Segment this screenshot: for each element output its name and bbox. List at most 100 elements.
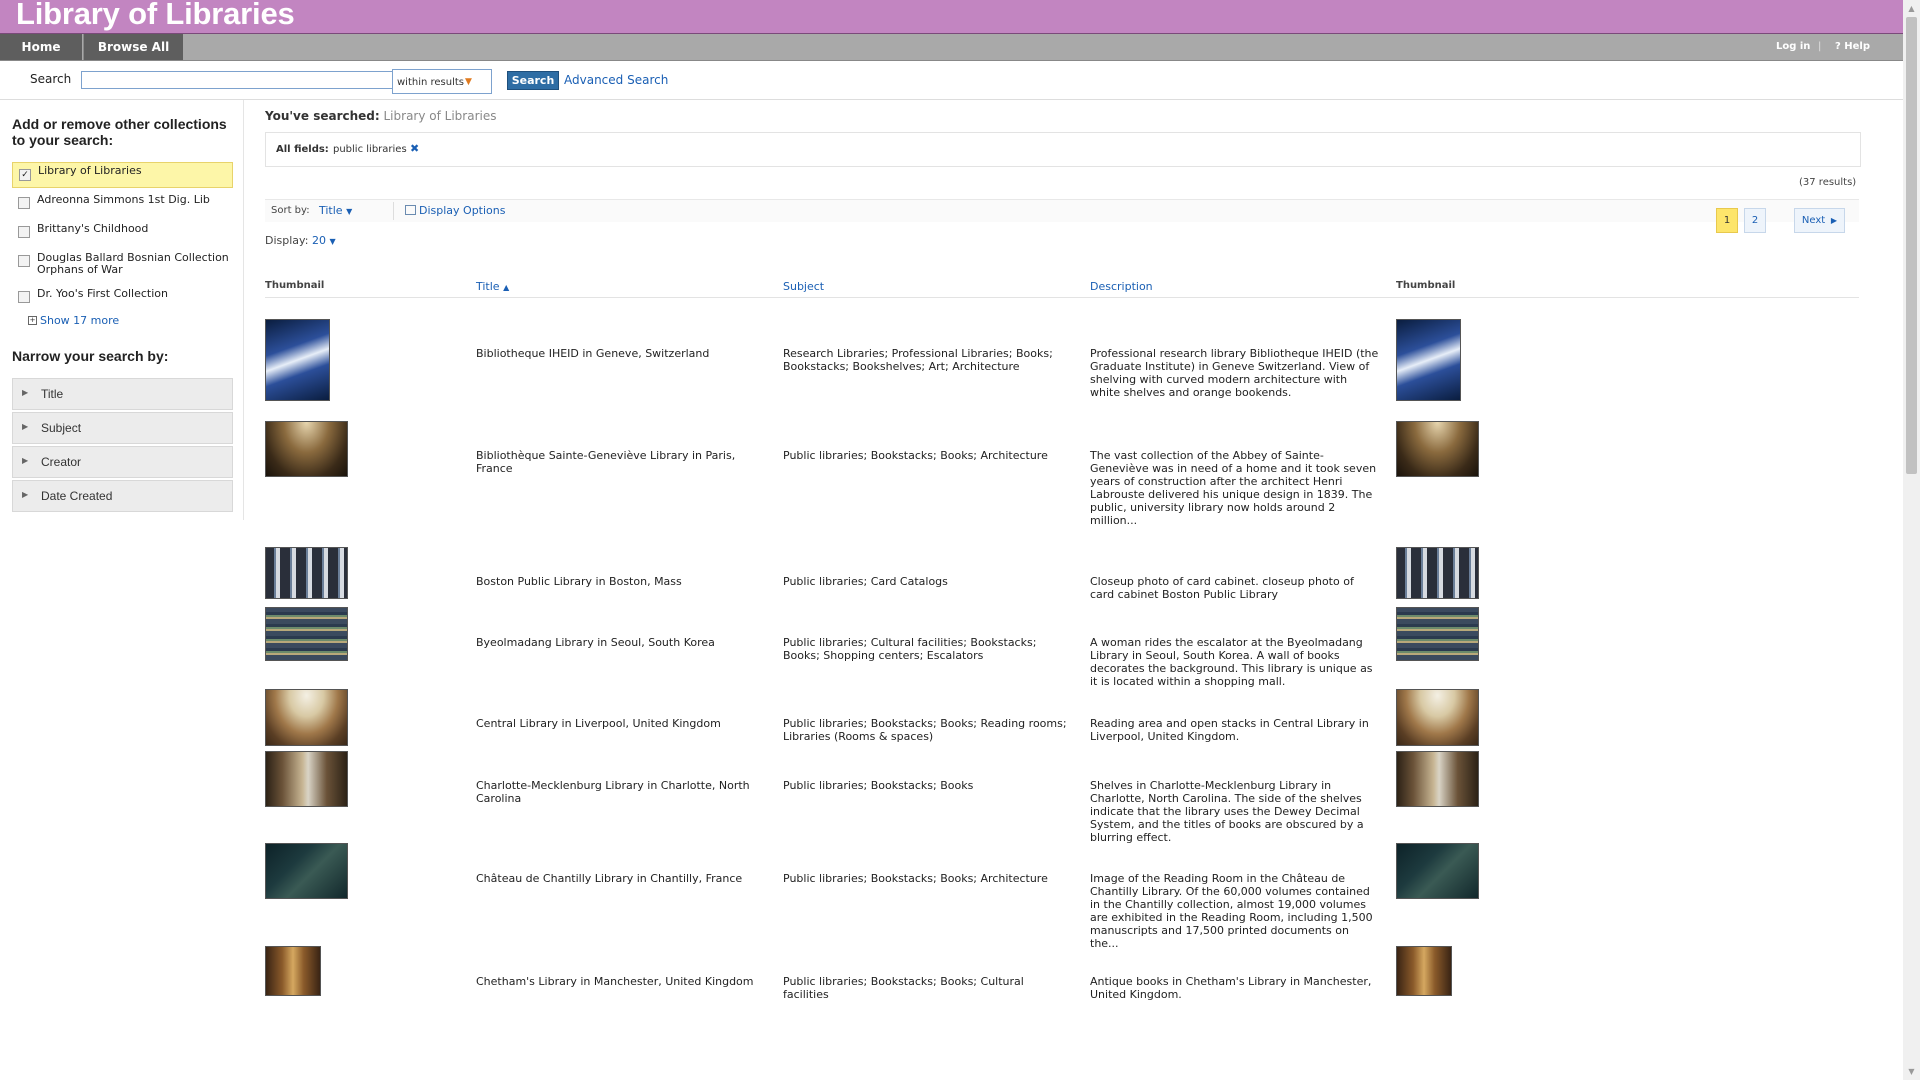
triangle-right-icon: ▶ [22, 422, 29, 431]
result-thumbnail[interactable] [265, 547, 348, 599]
checkbox-icon[interactable] [18, 197, 30, 209]
result-title[interactable]: Bibliothèque Sainte-Geneviève Library in… [476, 449, 766, 475]
page-button-2[interactable]: 2 [1744, 208, 1766, 233]
result-subject: Research Libraries; Professional Librari… [783, 347, 1053, 373]
result-count: (37 results) [1799, 177, 1857, 188]
collection-item-adreonna-simmons[interactable]: Adreonna Simmons 1st Dig. Lib [12, 194, 231, 210]
page-button-1[interactable]: 1 [1716, 208, 1738, 233]
filter-field-value: public libraries [333, 144, 407, 155]
display-count: Display: 20 ▼ [265, 234, 336, 247]
login-link[interactable]: Log in [1776, 34, 1810, 60]
show-more-label: Show 17 more [40, 314, 120, 327]
result-title[interactable]: Chetham's Library in Manchester, United … [476, 975, 766, 988]
result-thumbnail-2[interactable] [1396, 751, 1479, 807]
vertical-scrollbar[interactable]: ▲ ▼ [1903, 0, 1920, 1080]
nav-tab-home[interactable]: Home [0, 34, 82, 60]
within-results-select[interactable]: within results ▼ [392, 69, 492, 94]
result-thumbnail[interactable] [265, 843, 348, 899]
column-header-subject[interactable]: Subject [783, 280, 824, 293]
facet-label: Subject [41, 421, 82, 435]
column-header-thumbnail-2: Thumbnail [1396, 280, 1456, 291]
collection-label: Dr. Yoo's First Collection [37, 287, 169, 300]
result-description: Antique books in Chetham's Library in Ma… [1090, 975, 1372, 1001]
result-thumbnail[interactable] [265, 319, 330, 401]
scroll-up-icon[interactable]: ▲ [1903, 0, 1920, 17]
chevron-down-icon: ▼ [465, 77, 472, 87]
page: Library of Libraries Home Browse All Log… [0, 0, 1903, 1080]
advanced-search-link[interactable]: Advanced Search [564, 73, 668, 87]
next-label: Next [1801, 215, 1826, 226]
collection-item-library-of-libraries[interactable]: ✓ Library of Libraries [12, 162, 233, 188]
result-title[interactable]: Byeolmadang Library in Seoul, South Kore… [476, 636, 766, 649]
result-thumbnail-2[interactable] [1396, 421, 1479, 477]
facet-creator[interactable]: ▶ Creator [12, 446, 233, 478]
result-title[interactable]: Central Library in Liverpool, United Kin… [476, 717, 766, 730]
facet-title[interactable]: ▶ Title [12, 378, 233, 410]
facet-date-created[interactable]: ▶ Date Created [12, 480, 233, 512]
help-link[interactable]: ? Help [1835, 34, 1870, 60]
triangle-right-icon: ▶ [22, 456, 29, 465]
show-more-collections-link[interactable]: + Show 17 more [28, 314, 119, 327]
result-thumbnail-2[interactable] [1396, 946, 1452, 996]
searched-summary: You've searched: Library of Libraries [265, 109, 496, 123]
results-main: You've searched: Library of Libraries Al… [265, 100, 1861, 1080]
sort-ascending-icon: ▲ [503, 283, 510, 292]
result-thumbnail[interactable] [265, 607, 348, 661]
sort-label: Sort by: [271, 205, 310, 216]
checkbox-icon[interactable]: ✓ [19, 169, 31, 181]
checkbox-icon[interactable] [18, 255, 30, 267]
chevron-down-icon: ▼ [329, 237, 336, 246]
result-title[interactable]: Bibliotheque IHEID in Geneve, Switzerlan… [476, 347, 766, 360]
result-thumbnail-2[interactable] [1396, 319, 1461, 401]
result-title[interactable]: Charlotte-Mecklenburg Library in Charlot… [476, 779, 766, 805]
result-description: A woman rides the escalator at the Byeol… [1090, 636, 1373, 688]
result-thumbnail-2[interactable] [1396, 689, 1479, 746]
result-thumbnail-2[interactable] [1396, 843, 1479, 899]
sort-dropdown[interactable]: Title ▼ [319, 204, 352, 217]
result-thumbnail[interactable] [265, 751, 348, 807]
checkbox-icon[interactable] [18, 291, 30, 303]
sort-divider [393, 202, 394, 220]
result-thumbnail[interactable] [265, 421, 348, 477]
result-thumbnail-2[interactable] [1396, 547, 1479, 599]
triangle-right-icon: ▶ [22, 490, 29, 499]
display-options-icon [405, 205, 416, 215]
result-description: The vast collection of the Abbey of Sain… [1090, 449, 1377, 527]
result-thumbnail[interactable] [265, 689, 348, 746]
searched-label: You've searched: [265, 109, 380, 123]
sort-bar: Sort by: Title ▼ Display Options [265, 199, 1859, 222]
collection-item-douglas-ballard[interactable]: Douglas Ballard Bosnian Collection Orpha… [12, 252, 231, 280]
collection-item-dr-yoo[interactable]: Dr. Yoo's First Collection [12, 288, 231, 304]
collection-label: Douglas Ballard Bosnian Collection Orpha… [37, 251, 229, 276]
close-icon[interactable]: ✖ [410, 142, 419, 155]
result-thumbnail-2[interactable] [1396, 607, 1479, 661]
site-title[interactable]: Library of Libraries [16, 0, 295, 32]
result-subject: Public libraries; Bookstacks; Books [783, 779, 974, 792]
search-button[interactable]: Search [507, 71, 559, 90]
column-header-description[interactable]: Description [1090, 280, 1153, 293]
column-header-thumbnail: Thumbnail [265, 280, 325, 291]
sort-value: Title [319, 204, 343, 217]
facet-label: Creator [41, 455, 82, 469]
result-subject: Public libraries; Bookstacks; Books; Arc… [783, 449, 1048, 462]
result-title[interactable]: Boston Public Library in Boston, Mass [476, 575, 766, 588]
display-value: 20 [311, 234, 326, 247]
next-page-button[interactable]: Next ▶ [1794, 208, 1845, 233]
sidebar: Add or remove other collections to your … [0, 100, 244, 520]
search-input[interactable] [81, 71, 394, 89]
column-title-label: Title [476, 280, 500, 293]
column-header-title[interactable]: Title ▲ [476, 280, 509, 293]
collection-item-brittanys-childhood[interactable]: Brittany's Childhood [12, 223, 231, 239]
result-title[interactable]: Château de Chantilly Library in Chantill… [476, 872, 766, 885]
nav-separator: | [1818, 41, 1822, 52]
display-options-link[interactable]: Display Options [405, 204, 506, 217]
facet-label: Date Created [41, 489, 113, 503]
display-dropdown[interactable]: 20 ▼ [312, 234, 336, 247]
result-description: Image of the Reading Room in the Château… [1090, 872, 1373, 950]
scroll-thumb[interactable] [1906, 17, 1917, 474]
scroll-down-icon[interactable]: ▼ [1903, 1063, 1920, 1080]
result-thumbnail[interactable] [265, 946, 321, 996]
facet-subject[interactable]: ▶ Subject [12, 412, 233, 444]
nav-tab-browse-all[interactable]: Browse All [83, 34, 183, 60]
checkbox-icon[interactable] [18, 226, 30, 238]
